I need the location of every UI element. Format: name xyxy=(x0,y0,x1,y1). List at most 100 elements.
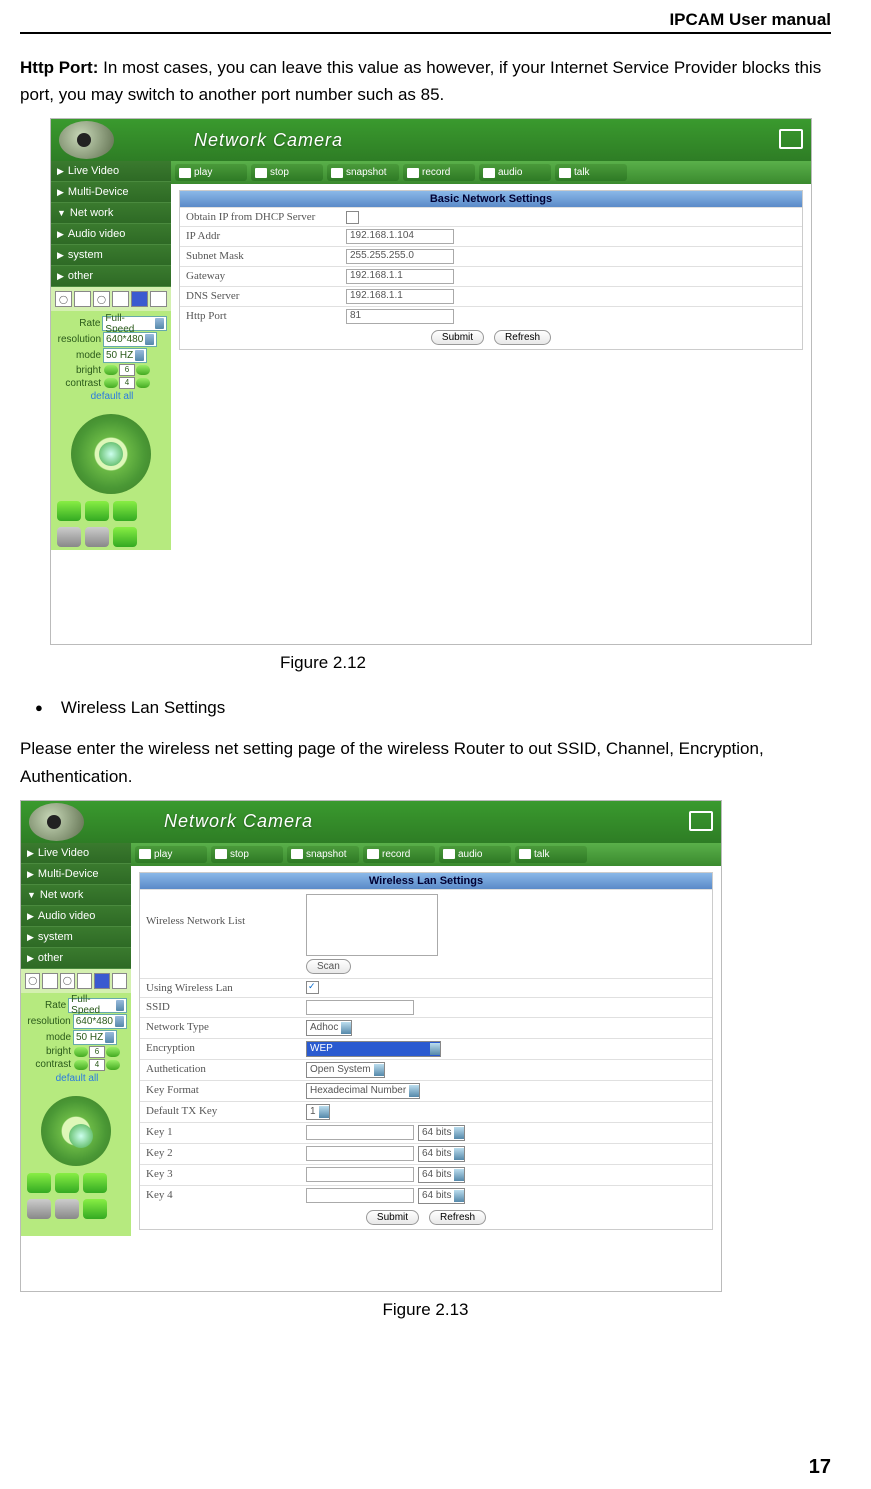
nav-multi-device[interactable]: ▶Multi-Device xyxy=(21,864,131,885)
snapshot-button[interactable]: snapshot xyxy=(327,164,399,181)
key4-input[interactable] xyxy=(306,1188,414,1203)
key1-bits-select[interactable]: 64 bits xyxy=(418,1125,465,1141)
contrast-up-button[interactable] xyxy=(136,378,150,388)
using-wlan-checkbox[interactable] xyxy=(306,981,319,994)
mode-select[interactable]: 50 HZ xyxy=(73,1030,117,1045)
key3-input[interactable] xyxy=(306,1167,414,1182)
refresh-button[interactable]: Refresh xyxy=(494,330,551,345)
key1-input[interactable] xyxy=(306,1125,414,1140)
view-nine-icon[interactable]: ◯ xyxy=(60,973,75,989)
ptz-btn-5[interactable] xyxy=(55,1199,79,1219)
nav-audio-video[interactable]: ▶Audio video xyxy=(51,224,171,245)
scan-button[interactable]: Scan xyxy=(306,959,351,974)
snapshot-button[interactable]: snapshot xyxy=(287,846,359,863)
view-single-icon[interactable]: ◯ xyxy=(25,973,40,989)
view-single-icon[interactable]: ◯ xyxy=(55,291,72,307)
ptz-btn-4[interactable] xyxy=(27,1199,51,1219)
ptz-wheel[interactable] xyxy=(41,1096,111,1166)
play-button[interactable]: play xyxy=(175,164,247,181)
default-all-link[interactable]: default all xyxy=(27,1073,127,1084)
bright-up-button[interactable] xyxy=(136,365,150,375)
nettype-select[interactable]: Adhoc xyxy=(306,1020,352,1036)
wlan-submit-button[interactable]: Submit xyxy=(366,1210,419,1225)
keyfmt-select[interactable]: Hexadecimal Number xyxy=(306,1083,420,1099)
talk-button[interactable]: talk xyxy=(515,846,587,863)
ptz-btn-6[interactable] xyxy=(83,1199,107,1219)
nav-other[interactable]: ▶other xyxy=(51,266,171,287)
ptz-btn-2[interactable] xyxy=(55,1173,79,1193)
view-quad-icon[interactable] xyxy=(42,973,57,989)
toolbar: play stop snapshot record audio talk xyxy=(171,161,811,184)
monitor-icon[interactable] xyxy=(779,129,803,149)
ptz-btn-1[interactable] xyxy=(57,501,81,521)
key3-bits-select[interactable]: 64 bits xyxy=(418,1167,465,1183)
ptz-btn-5[interactable] xyxy=(85,527,109,547)
view-quad-icon[interactable] xyxy=(74,291,91,307)
ptz-btn-6[interactable] xyxy=(113,527,137,547)
view-grid-icon[interactable] xyxy=(77,973,92,989)
bright-down-button[interactable] xyxy=(74,1047,88,1057)
ptz-btn-2[interactable] xyxy=(85,501,109,521)
bright-down-button[interactable] xyxy=(104,365,118,375)
wlan-refresh-button[interactable]: Refresh xyxy=(429,1210,486,1225)
ssid-input[interactable] xyxy=(306,1000,414,1015)
talk-button[interactable]: talk xyxy=(555,164,627,181)
gateway-input[interactable]: 192.168.1.1 xyxy=(346,269,454,284)
play-button[interactable]: play xyxy=(135,846,207,863)
record-button[interactable]: record xyxy=(363,846,435,863)
ptz-wheel[interactable] xyxy=(71,414,151,494)
nav-other[interactable]: ▶other xyxy=(21,948,131,969)
wlan-list-box[interactable] xyxy=(306,894,438,956)
stop-button[interactable]: stop xyxy=(251,164,323,181)
key2-input[interactable] xyxy=(306,1146,414,1161)
view-grid-icon[interactable] xyxy=(112,291,129,307)
audio-button[interactable]: audio xyxy=(479,164,551,181)
stop-button[interactable]: stop xyxy=(211,846,283,863)
nav-live-video[interactable]: ▶Live Video xyxy=(51,161,171,182)
key2-bits-select[interactable]: 64 bits xyxy=(418,1146,465,1162)
mode-select[interactable]: 50 HZ xyxy=(103,348,147,363)
ptz-btn-4[interactable] xyxy=(57,527,81,547)
nav-network[interactable]: ▼Net work xyxy=(21,885,131,906)
camera-icon xyxy=(59,121,114,159)
view-active-icon[interactable] xyxy=(131,291,148,307)
view-nine-icon[interactable]: ◯ xyxy=(93,291,110,307)
http-port-input[interactable]: 81 xyxy=(346,309,454,324)
nav-system[interactable]: ▶system xyxy=(21,927,131,948)
contrast-down-button[interactable] xyxy=(74,1060,88,1070)
mask-input[interactable]: 255.255.255.0 xyxy=(346,249,454,264)
view-grid2-icon[interactable] xyxy=(150,291,167,307)
key4-bits-select[interactable]: 64 bits xyxy=(418,1188,465,1204)
encryption-select[interactable]: WEP xyxy=(306,1041,441,1057)
monitor-icon[interactable] xyxy=(689,811,713,831)
bright-up-button[interactable] xyxy=(106,1047,120,1057)
contrast-down-button[interactable] xyxy=(104,378,118,388)
ptz-btn-1[interactable] xyxy=(27,1173,51,1193)
contrast-up-button[interactable] xyxy=(106,1060,120,1070)
rate-select[interactable]: Full-Speed xyxy=(68,998,127,1013)
ip-input[interactable]: 192.168.1.104 xyxy=(346,229,454,244)
key4-label: Key 4 xyxy=(140,1186,302,1206)
nav-multi-device[interactable]: ▶Multi-Device xyxy=(51,182,171,203)
submit-button[interactable]: Submit xyxy=(431,330,484,345)
nav-audio-video[interactable]: ▶Audio video xyxy=(21,906,131,927)
resolution-select[interactable]: 640*480 xyxy=(103,332,157,347)
nav-system[interactable]: ▶system xyxy=(51,245,171,266)
keyfmt-label: Key Format xyxy=(140,1081,302,1101)
audio-button[interactable]: audio xyxy=(439,846,511,863)
dns-input[interactable]: 192.168.1.1 xyxy=(346,289,454,304)
resolution-select[interactable]: 640*480 xyxy=(73,1014,127,1029)
ptz-btn-3[interactable] xyxy=(113,501,137,521)
dhcp-checkbox[interactable] xyxy=(346,211,359,224)
view-grid2-icon[interactable] xyxy=(112,973,127,989)
auth-select[interactable]: Open System xyxy=(306,1062,385,1078)
intro-bold: Http Port: xyxy=(20,58,103,77)
record-button[interactable]: record xyxy=(403,164,475,181)
nav-network[interactable]: ▼Net work xyxy=(51,203,171,224)
rate-select[interactable]: Full-Speed xyxy=(102,316,167,331)
nav-live-video[interactable]: ▶Live Video xyxy=(21,843,131,864)
view-active-icon[interactable] xyxy=(94,973,109,989)
ptz-btn-3[interactable] xyxy=(83,1173,107,1193)
deftx-select[interactable]: 1 xyxy=(306,1104,330,1120)
default-all-link[interactable]: default all xyxy=(57,391,167,402)
